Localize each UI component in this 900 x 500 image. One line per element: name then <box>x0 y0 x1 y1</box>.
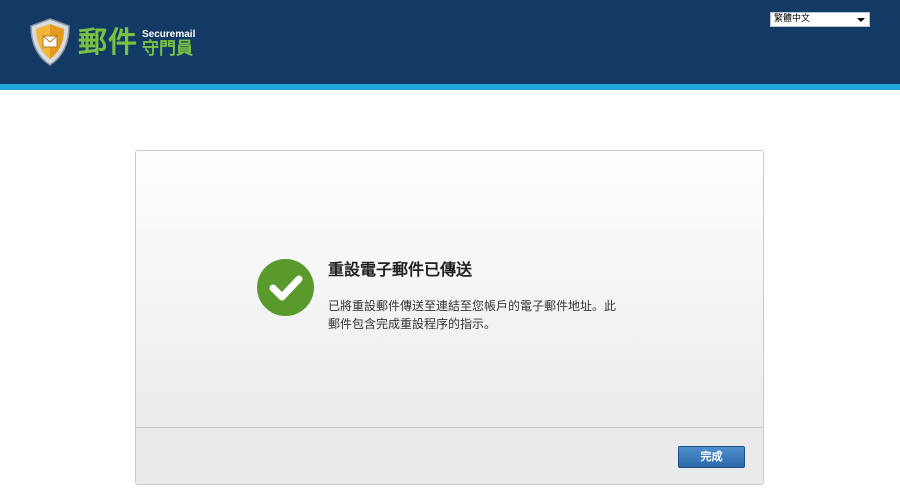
logo-sub-text: 守門員 <box>142 39 193 59</box>
success-badge <box>257 259 314 316</box>
language-select-value: 繁體中文 <box>774 14 811 24</box>
dialog-message-line-1: 已將重設郵件傳送至連結至您帳戶的電子郵件地址。此 <box>328 299 617 313</box>
shield-icon <box>30 18 70 66</box>
dialog-footer: 完成 <box>136 427 763 484</box>
dialog-message-line-2: 郵件包含完成重設程序的指示。 <box>328 317 497 331</box>
chevron-down-icon <box>857 18 865 22</box>
header-accent-stripe <box>0 84 900 90</box>
securemail-logo: 郵件 Securemail 守門員 <box>28 16 198 68</box>
checkmark-icon <box>269 275 303 301</box>
done-button[interactable]: 完成 <box>678 446 745 468</box>
logo-main-text: 郵件 <box>78 25 139 59</box>
dialog-title: 重設電子郵件已傳送 <box>328 260 473 279</box>
confirmation-dialog: 重設電子郵件已傳送 已將重設郵件傳送至連結至您帳戶的電子郵件地址。此 郵件包含完… <box>135 150 764 485</box>
dialog-message: 已將重設郵件傳送至連結至您帳戶的電子郵件地址。此 郵件包含完成重設程序的指示。 <box>328 297 648 333</box>
language-select[interactable]: 繁體中文 <box>770 12 870 27</box>
top-header: 郵件 Securemail 守門員 繁體中文 <box>0 0 900 84</box>
logo-text: 郵件 Securemail 守門員 <box>78 17 198 67</box>
